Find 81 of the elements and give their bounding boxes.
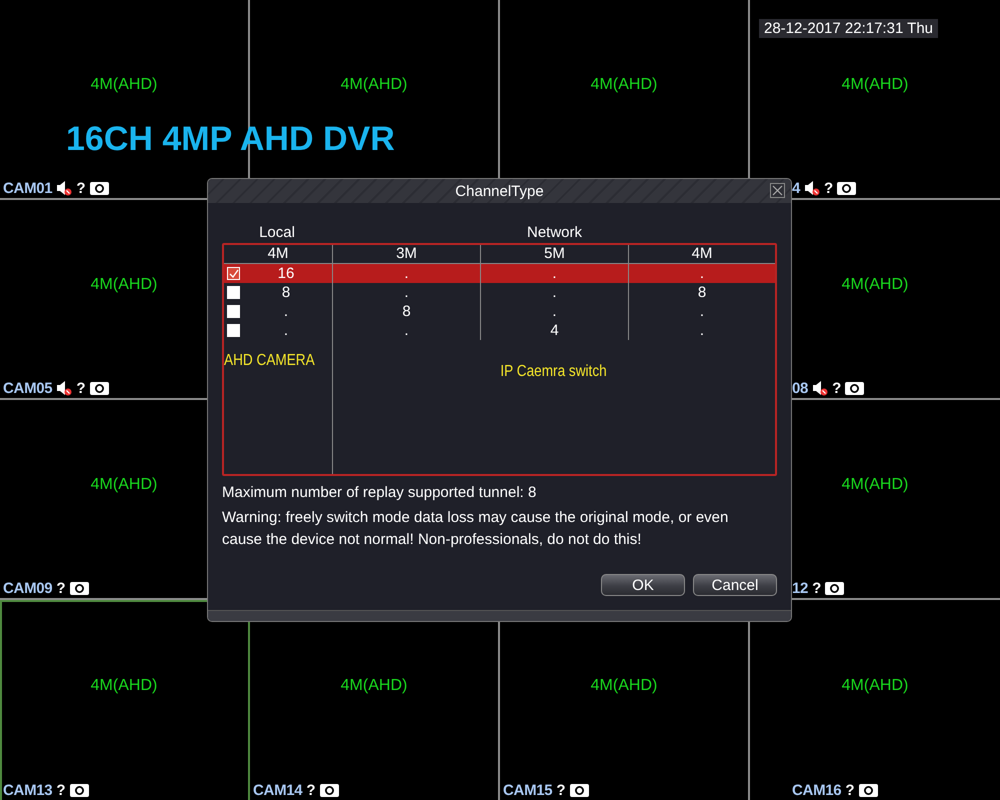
group-header: Network [526, 224, 583, 240]
table-cell: . [628, 264, 775, 283]
close-icon[interactable] [770, 183, 785, 198]
table-cell: . [480, 264, 628, 283]
info-text: Maximum number of replay supported tunnel: 8 [222, 484, 538, 501]
camera-icon [90, 182, 109, 194]
camera-name: 4 [792, 180, 800, 196]
status-mark: ? [56, 782, 66, 798]
resolution-label: 4M(AHD) [590, 677, 658, 695]
date-time: 28-12-2017 22:17:31 Thu [759, 19, 938, 38]
muted-speaker-icon [812, 380, 828, 396]
muted-speaker-icon [56, 380, 72, 396]
checkbox[interactable] [227, 286, 240, 299]
camera-name: CAM16 [792, 782, 842, 798]
resolution-label: 4M(AHD) [842, 76, 908, 94]
camera-icon [70, 784, 89, 796]
camera-name: CAM15 [503, 782, 552, 798]
table-cell: 4 [480, 321, 628, 340]
resolution-label: 4M(AHD) [340, 76, 408, 94]
status-mark: ? [306, 782, 316, 798]
table-cell: 8 [332, 302, 480, 321]
camera-icon [825, 582, 844, 594]
ok-button[interactable]: OK [601, 574, 685, 596]
resolution-label: 4M(AHD) [90, 76, 158, 94]
annotation: AHD CAMERA [224, 352, 315, 370]
status-mark: ? [556, 782, 566, 798]
table-cell: . [628, 302, 775, 321]
resolution-label: 4M(AHD) [590, 76, 658, 94]
camera-icon [858, 784, 878, 796]
window-title: ChannelType [455, 182, 544, 200]
resolution-label: 4M(AHD) [90, 476, 158, 494]
resolution-label: 4M(AHD) [90, 276, 158, 294]
camera-icon [70, 582, 89, 594]
cancel-button[interactable]: Cancel [693, 574, 777, 596]
table-cell: . [332, 321, 480, 340]
camera-name: CAM01 [3, 180, 52, 196]
warning-text: Warning: freely switch mode data loss may cause the original mode, or even cause the device not normal! Non-professionals, do not do this! [222, 508, 730, 550]
camera-icon [320, 784, 339, 796]
table-row[interactable]: 16 [224, 264, 332, 283]
table-cell: . [628, 321, 775, 340]
status-mark: ? [812, 580, 822, 596]
table-cell: 8 [628, 283, 775, 302]
status-mark: ? [76, 380, 86, 396]
status-mark: ? [832, 380, 842, 396]
camera-name: CAM14 [253, 782, 302, 798]
checkbox[interactable] [227, 305, 240, 318]
table-row[interactable]: 8 [224, 283, 332, 302]
resolution-label: 4M(AHD) [340, 677, 408, 695]
table-cell: . [332, 283, 480, 302]
muted-speaker-icon [56, 180, 72, 196]
camera-name: 12 [792, 580, 808, 596]
resolution-label: 4M(AHD) [842, 677, 908, 695]
table-row[interactable]: . [224, 302, 332, 321]
camera-icon [90, 382, 109, 394]
status-mark: ? [76, 180, 86, 196]
table-cell: . [480, 283, 628, 302]
table-row[interactable]: . [224, 321, 332, 340]
checkbox[interactable] [227, 324, 240, 337]
table-cell: . [480, 302, 628, 321]
resolution-label: 4M(AHD) [90, 677, 158, 695]
camera-name: CAM05 [3, 380, 52, 396]
camera-icon [837, 182, 856, 194]
table-cell-text: 8 [280, 283, 292, 302]
table-cell-text: . [282, 302, 290, 321]
resolution-label: 4M(AHD) [842, 276, 908, 294]
table-cell: . [332, 264, 480, 283]
camera-icon [570, 784, 589, 796]
status-mark: ? [824, 180, 834, 196]
group-header: Local [258, 224, 296, 240]
camera-name: CAM13 [3, 782, 52, 798]
resolution-label: 4M(AHD) [842, 476, 908, 494]
camera-icon [845, 382, 864, 394]
muted-speaker-icon [804, 180, 820, 196]
table-cell-text: 16 [276, 264, 296, 283]
checkbox[interactable] [227, 267, 240, 280]
camera-name: CAM09 [3, 580, 52, 596]
table-cell-text: . [282, 321, 290, 340]
camera-name: 08 [792, 380, 808, 396]
status-mark: ? [56, 580, 66, 596]
annotation: IP Caemra switch [500, 363, 608, 381]
status-mark: ? [845, 782, 855, 798]
